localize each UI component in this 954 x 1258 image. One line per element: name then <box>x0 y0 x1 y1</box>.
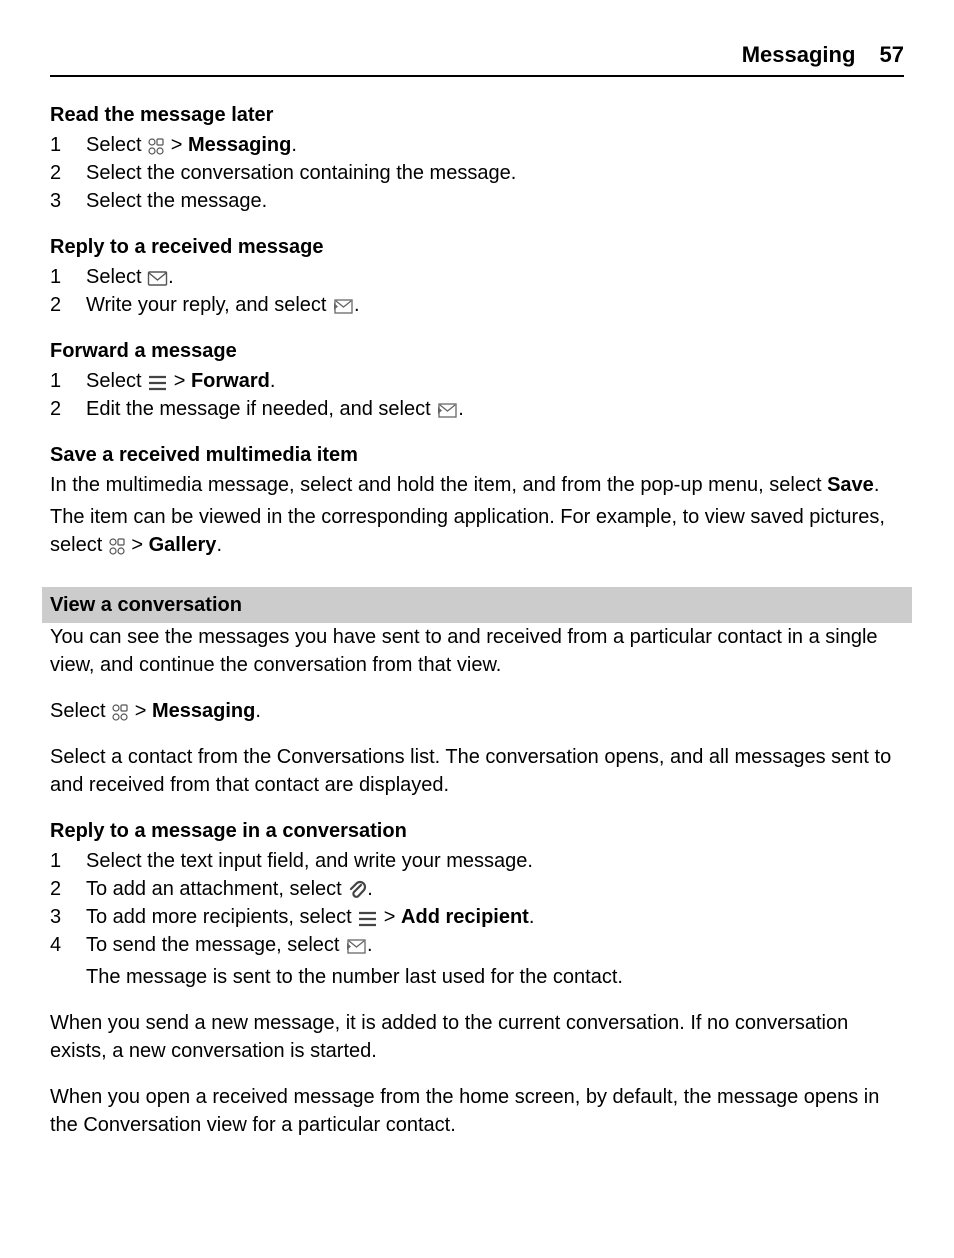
text: . <box>367 934 373 956</box>
menu-label: Add recipient <box>401 906 529 928</box>
text: . <box>255 700 261 722</box>
list-item: 4 To send the message, select . <box>50 931 904 959</box>
menu-label: Messaging <box>152 700 255 722</box>
menu-label: Save <box>827 474 874 496</box>
text: . <box>291 134 297 156</box>
menu-label: Messaging <box>188 134 291 156</box>
step-text: Select the conversation containing the m… <box>86 159 904 187</box>
section-view-conversation-title: View a conversation <box>42 587 912 623</box>
text: To add more recipients, select <box>86 906 357 928</box>
step-text: Select > Messaging. <box>86 131 904 159</box>
text: Select <box>86 370 147 392</box>
step-number: 2 <box>50 395 86 423</box>
step-text: To send the message, select . <box>86 931 904 959</box>
section-forward-title: Forward a message <box>50 337 904 365</box>
text: . <box>458 398 464 420</box>
step-text: Select the text input field, and write y… <box>86 847 904 875</box>
section-reply-conv-title: Reply to a message in a conversation <box>50 817 904 845</box>
paragraph: You can see the messages you have sent t… <box>50 623 904 679</box>
header-title: Messaging <box>742 42 856 67</box>
send-icon <box>436 401 458 419</box>
paragraph: Select > Messaging. <box>50 697 904 725</box>
options-icon <box>357 909 378 927</box>
paragraph: When you open a received message from th… <box>50 1083 904 1139</box>
section-save-mm-title: Save a received multimedia item <box>50 441 904 469</box>
text: Select <box>86 266 147 288</box>
text: Write your reply, and select <box>86 294 332 316</box>
text: . <box>874 474 880 496</box>
step-number: 2 <box>50 291 86 319</box>
text: > <box>165 134 188 156</box>
list-item: 2 Edit the message if needed, and select… <box>50 395 904 423</box>
text: > <box>168 370 191 392</box>
step-text: Write your reply, and select . <box>86 291 904 319</box>
section-read-later-title: Read the message later <box>50 101 904 129</box>
step-number: 1 <box>50 367 86 395</box>
apps-icon <box>111 703 129 721</box>
step-text: Edit the message if needed, and select . <box>86 395 904 423</box>
step-number: 1 <box>50 263 86 291</box>
step-number: 3 <box>50 903 86 931</box>
step-number: 1 <box>50 847 86 875</box>
paragraph: When you send a new message, it is added… <box>50 1009 904 1065</box>
text: Select <box>50 700 111 722</box>
text: To add an attachment, select <box>86 878 347 900</box>
forward-steps: 1 Select > Forward. 2 Edit the message i… <box>50 367 904 423</box>
section-reply-title: Reply to a received message <box>50 233 904 261</box>
step-text: To add more recipients, select > Add rec… <box>86 903 904 931</box>
text: Select <box>86 134 147 156</box>
text: . <box>529 906 535 928</box>
step-text: Select . <box>86 263 904 291</box>
step-number: 2 <box>50 159 86 187</box>
text: . <box>168 266 174 288</box>
page-header: Messaging 57 <box>50 40 904 77</box>
list-item: 1 Select the text input field, and write… <box>50 847 904 875</box>
text: . <box>354 294 360 316</box>
list-item: 3 To add more recipients, select > Add r… <box>50 903 904 931</box>
list-item: 2 Select the conversation containing the… <box>50 159 904 187</box>
page-number: 57 <box>880 40 904 71</box>
send-icon <box>345 937 367 955</box>
paragraph: Select a contact from the Conversations … <box>50 743 904 799</box>
apps-icon <box>108 537 126 555</box>
text: > <box>378 906 401 928</box>
menu-label: Forward <box>191 370 270 392</box>
menu-label: Gallery <box>149 534 217 556</box>
step-text: To add an attachment, select . <box>86 875 904 903</box>
list-item: 2 Write your reply, and select . <box>50 291 904 319</box>
envelope-icon <box>147 269 168 287</box>
text: > <box>129 700 152 722</box>
text: In the multimedia message, select and ho… <box>50 474 827 496</box>
step-number: 3 <box>50 187 86 215</box>
step-number: 2 <box>50 875 86 903</box>
step-number: 4 <box>50 931 86 959</box>
reply-conv-steps: 1 Select the text input field, and write… <box>50 847 904 959</box>
list-item: 1 Select . <box>50 263 904 291</box>
list-item: 3 Select the message. <box>50 187 904 215</box>
step-text: Select the message. <box>86 187 904 215</box>
send-icon <box>332 297 354 315</box>
list-item: 1 Select > Forward. <box>50 367 904 395</box>
step-text: Select > Forward. <box>86 367 904 395</box>
text: . <box>216 534 222 556</box>
attachment-icon <box>347 880 367 900</box>
paragraph: In the multimedia message, select and ho… <box>50 471 904 499</box>
list-item: 2 To add an attachment, select . <box>50 875 904 903</box>
note-text: The message is sent to the number last u… <box>86 963 904 991</box>
text: > <box>126 534 149 556</box>
read-later-steps: 1 Select > Messaging. 2 Select the conve… <box>50 131 904 215</box>
apps-icon <box>147 137 165 155</box>
reply-steps: 1 Select . 2 Write your reply, and selec… <box>50 263 904 319</box>
step-number: 1 <box>50 131 86 159</box>
text: . <box>367 878 373 900</box>
paragraph: The item can be viewed in the correspond… <box>50 503 904 559</box>
options-icon <box>147 373 168 391</box>
text: To send the message, select <box>86 934 345 956</box>
list-item: 1 Select > Messaging. <box>50 131 904 159</box>
text: . <box>270 370 276 392</box>
text: Edit the message if needed, and select <box>86 398 436 420</box>
